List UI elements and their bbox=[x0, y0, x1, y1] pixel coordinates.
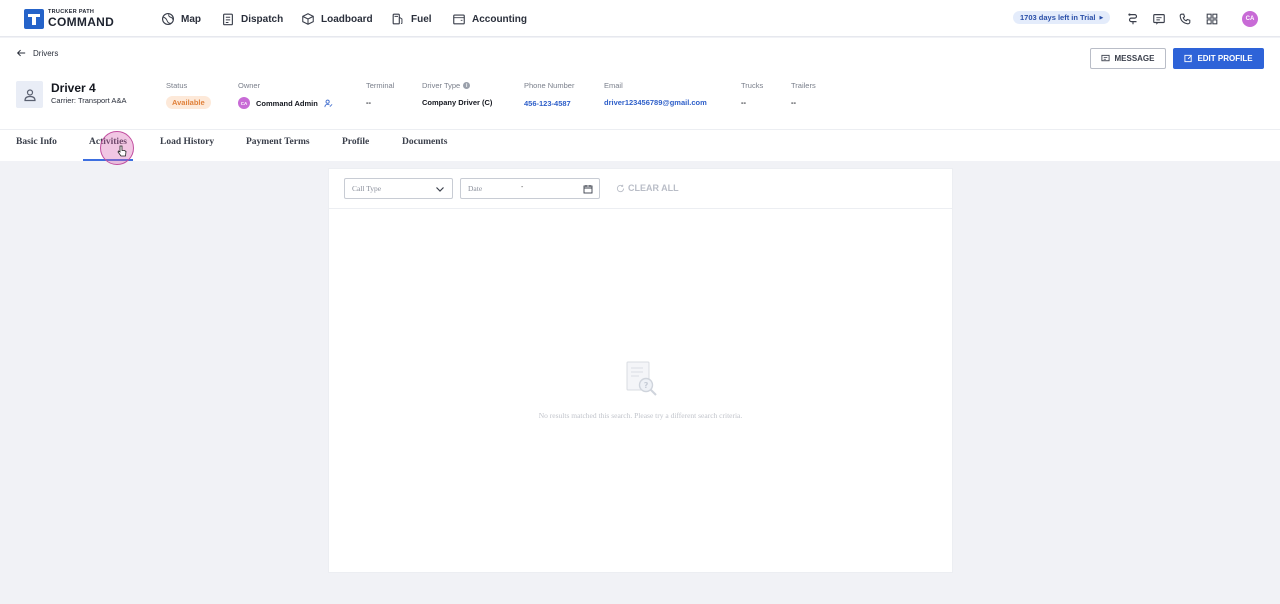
trucks-label: Trucks bbox=[741, 81, 764, 90]
owner-avatar: CA bbox=[238, 97, 250, 109]
no-results-icon: ? bbox=[626, 361, 657, 396]
call-type-select[interactable]: Call Type bbox=[344, 178, 453, 199]
driver-carrier: Carrier: Transport A&A bbox=[51, 96, 127, 105]
svg-text:?: ? bbox=[643, 381, 648, 390]
nav-item-map[interactable]: Map bbox=[161, 11, 201, 27]
trial-label: 1703 days left in Trial bbox=[1020, 13, 1096, 22]
box-icon bbox=[302, 13, 314, 25]
nav-item-dispatch[interactable]: Dispatch bbox=[221, 11, 283, 27]
tab-payment-terms[interactable]: Payment Terms bbox=[246, 137, 310, 147]
active-tab-indicator bbox=[83, 159, 133, 161]
trailers-label: Trailers bbox=[791, 81, 816, 90]
trucks-value: -- bbox=[741, 98, 746, 107]
nav-item-accounting[interactable]: Accounting bbox=[452, 11, 527, 27]
info-icon[interactable]: i bbox=[463, 82, 471, 89]
status-badge: Available bbox=[166, 96, 211, 109]
empty-state-message: No results matched this search. Please t… bbox=[538, 411, 743, 420]
date-separator: - bbox=[521, 184, 524, 191]
app-logo[interactable]: TRUCKER PATH COMMAND bbox=[24, 9, 114, 29]
nav-item-fuel[interactable]: Fuel bbox=[391, 11, 432, 27]
nav-label: Dispatch bbox=[241, 13, 284, 25]
logo-big-text: COMMAND bbox=[48, 15, 115, 30]
phone-icon[interactable] bbox=[1178, 12, 1192, 26]
nav-label: Loadboard bbox=[321, 13, 373, 25]
nav-item-loadboard[interactable]: Loadboard bbox=[301, 11, 373, 27]
trial-badge[interactable]: 1703 days left in Trial ▶ bbox=[1013, 11, 1111, 24]
status-label: Status bbox=[166, 81, 188, 90]
chevron-down-icon bbox=[436, 186, 444, 192]
email-link[interactable]: driver123456789@gmail.com bbox=[604, 98, 707, 107]
trailers-value: -- bbox=[791, 98, 796, 107]
chat-icon[interactable] bbox=[1152, 12, 1166, 26]
message-button[interactable]: MESSAGE bbox=[1090, 48, 1166, 69]
message-icon bbox=[1101, 54, 1111, 62]
person-icon bbox=[23, 88, 36, 101]
route-icon[interactable] bbox=[1126, 12, 1140, 26]
calendar-icon[interactable] bbox=[583, 184, 593, 194]
owner-name: Command Admin bbox=[256, 98, 318, 108]
nav-label: Map bbox=[181, 13, 201, 25]
terminal-value: -- bbox=[366, 98, 371, 107]
top-navigation: TRUCKER PATH COMMAND Map Dispatch Loadbo… bbox=[0, 0, 1280, 37]
owner-value: CA Command Admin bbox=[238, 97, 333, 109]
date-range-input[interactable]: Date - bbox=[460, 178, 600, 199]
empty-state: ? No results matched this search. Please… bbox=[329, 359, 952, 421]
wallet-icon bbox=[453, 14, 465, 25]
activities-panel: Call Type Date - CLEAR ALL ? No results … bbox=[328, 168, 953, 573]
edit-icon bbox=[1184, 54, 1193, 63]
nav-label: Fuel bbox=[411, 13, 432, 25]
clear-all-button[interactable]: CLEAR ALL bbox=[616, 183, 679, 193]
arrow-left-icon bbox=[16, 49, 26, 57]
tab-basic-info[interactable]: Basic Info bbox=[16, 137, 57, 147]
filter-bar: Call Type Date - CLEAR ALL bbox=[329, 169, 952, 209]
logo-icon bbox=[24, 9, 44, 29]
driver-avatar bbox=[16, 81, 43, 108]
phone-label: Phone Number bbox=[524, 81, 575, 90]
clipboard-icon bbox=[223, 13, 233, 26]
tab-documents[interactable]: Documents bbox=[402, 137, 447, 147]
globe-icon bbox=[162, 13, 174, 25]
tab-activities[interactable]: Activities bbox=[89, 137, 127, 147]
call-type-placeholder: Call Type bbox=[352, 184, 382, 193]
driver-name: Driver 4 bbox=[51, 81, 96, 95]
date-placeholder: Date bbox=[468, 184, 483, 193]
refresh-icon bbox=[616, 184, 625, 192]
tab-profile[interactable]: Profile bbox=[342, 137, 369, 147]
profile-tabs: Basic Info Activities Load History Payme… bbox=[0, 129, 1280, 161]
phone-link[interactable]: 456-123-4587 bbox=[524, 99, 571, 108]
back-label: Drivers bbox=[33, 48, 59, 58]
back-to-drivers-link[interactable]: Drivers bbox=[16, 48, 58, 58]
grid-apps-icon[interactable] bbox=[1205, 12, 1219, 26]
edit-profile-button[interactable]: EDIT PROFILE bbox=[1173, 48, 1264, 69]
terminal-label: Terminal bbox=[366, 81, 395, 90]
owner-label: Owner bbox=[238, 81, 261, 90]
fuel-icon bbox=[392, 13, 403, 25]
change-owner-icon[interactable] bbox=[324, 99, 333, 108]
email-label: Email bbox=[604, 81, 623, 90]
driver-type-label: Driver Type i bbox=[422, 81, 471, 90]
driver-header: Drivers MESSAGE EDIT PROFILE Driver 4 Ca… bbox=[0, 38, 1280, 129]
nav-label: Accounting bbox=[472, 13, 527, 25]
caret-right-icon: ▶ bbox=[1099, 14, 1104, 21]
driver-type-value: Company Driver (C) bbox=[422, 98, 493, 107]
user-avatar[interactable]: CA bbox=[1242, 11, 1258, 27]
tab-load-history[interactable]: Load History bbox=[160, 137, 214, 147]
